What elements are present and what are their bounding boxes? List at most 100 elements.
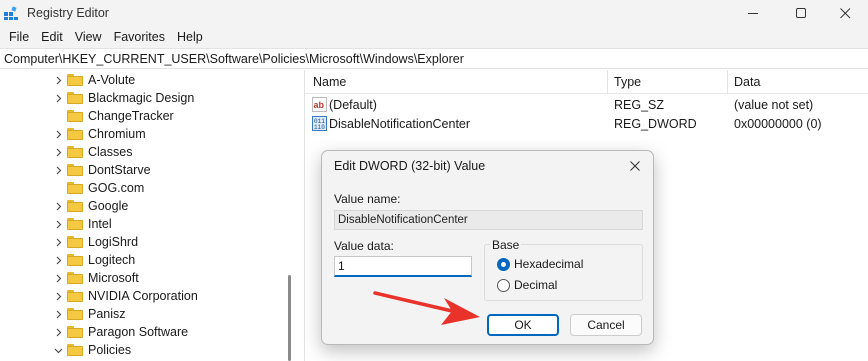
tree-item-label: NVIDIA Corporation (88, 289, 198, 303)
close-icon (630, 161, 640, 171)
chevron-right-icon[interactable] (53, 143, 63, 161)
tree-item[interactable]: Classes (0, 143, 290, 161)
menu-file[interactable]: File (3, 30, 35, 44)
tree-item-label: Classes (88, 145, 133, 159)
chevron-right-icon[interactable] (53, 251, 63, 269)
svg-text:ab: ab (314, 100, 325, 110)
value-name-field: DisableNotificationCenter (334, 210, 643, 230)
value-name: DisableNotificationCenter (329, 117, 471, 131)
menu-favorites[interactable]: Favorites (108, 30, 171, 44)
value-data-input[interactable]: 1 (334, 256, 472, 277)
chevron-right-icon[interactable] (53, 215, 63, 233)
menu-bar: File Edit View Favorites Help (0, 26, 868, 48)
close-icon (839, 7, 850, 18)
radio-hexadecimal[interactable]: Hexadecimal (497, 257, 583, 271)
tree-item[interactable]: Policies (0, 341, 290, 359)
string-value-icon: ab (312, 97, 327, 112)
tree-item-label: Policies (88, 343, 132, 357)
folder-icon (67, 290, 83, 302)
registry-editor-icon (4, 6, 18, 20)
dialog-close-button[interactable] (625, 156, 645, 176)
tree-item-label: Logitech (88, 253, 136, 267)
chevron-right-icon[interactable] (53, 323, 63, 341)
tree-item-label: A-Volute (88, 73, 136, 87)
chevron-right-icon[interactable] (53, 125, 63, 143)
ok-button[interactable]: OK (487, 314, 559, 336)
tree-item-label: LogiShrd (88, 235, 139, 249)
svg-text:110: 110 (314, 124, 325, 131)
radio-decimal[interactable]: Decimal (497, 278, 557, 292)
base-group (484, 244, 643, 301)
tree-item[interactable]: DontStarve (0, 161, 290, 179)
menu-edit[interactable]: Edit (35, 30, 69, 44)
window-title: Registry Editor (27, 6, 109, 20)
tree-item[interactable]: GOG.com (0, 179, 290, 197)
folder-icon (67, 272, 83, 284)
chevron-right-icon[interactable] (53, 89, 63, 107)
column-header-name[interactable]: Name (313, 75, 346, 89)
column-header-data[interactable]: Data (734, 75, 760, 89)
tree-scrollbar[interactable] (288, 275, 291, 361)
list-header: Name Type Data (305, 70, 868, 94)
radio-hexadecimal-label: Hexadecimal (514, 257, 584, 271)
binary-value-icon: 011 110 (312, 116, 327, 131)
chevron-right-icon[interactable] (53, 305, 63, 323)
chevron-right-icon[interactable] (53, 233, 63, 251)
value-type: REG_DWORD (614, 117, 697, 131)
tree-item[interactable]: ChangeTracker (0, 107, 290, 125)
folder-icon (67, 254, 83, 266)
column-separator[interactable] (727, 70, 728, 94)
menu-help[interactable]: Help (171, 30, 209, 44)
tree-item[interactable]: Chromium (0, 125, 290, 143)
column-separator[interactable] (607, 70, 608, 94)
cancel-button[interactable]: Cancel (570, 314, 642, 336)
title-bar: Registry Editor (0, 0, 868, 26)
value-row-disablenotificationcenter[interactable]: 011 110 DisableNotificationCenter REG_DW… (305, 115, 868, 133)
folder-icon (67, 164, 83, 176)
maximize-button[interactable] (778, 0, 824, 26)
chevron-right-icon[interactable] (53, 161, 63, 179)
tree-item[interactable]: Google (0, 197, 290, 215)
tree-item[interactable]: Panisz (0, 305, 290, 323)
tree-item-label: Microsoft (88, 271, 139, 285)
folder-icon (67, 200, 83, 212)
value-type: REG_SZ (614, 98, 665, 112)
chevron-right-icon[interactable] (53, 71, 63, 89)
tree-item-label: Paragon Software (88, 325, 189, 339)
minimize-button[interactable] (730, 0, 776, 26)
folder-icon (67, 128, 83, 140)
radio-decimal-label: Decimal (514, 278, 558, 292)
tree-item-label: Google (88, 199, 129, 213)
value-name: (Default) (329, 98, 377, 112)
key-tree: A-Volute Blackmagic Design ChangeTracker Ch… (0, 70, 298, 361)
chevron-right-icon[interactable] (53, 287, 63, 305)
close-button[interactable] (822, 0, 868, 26)
tree-item[interactable]: Blackmagic Design (0, 89, 290, 107)
chevron-down-icon[interactable] (53, 341, 63, 359)
folder-icon (67, 110, 83, 122)
tree-item-label: GOG.com (88, 181, 145, 195)
folder-icon (67, 218, 83, 230)
value-row-default[interactable]: ab (Default) REG_SZ (value not set) (305, 96, 868, 114)
tree-item-label: Panisz (88, 307, 126, 321)
tree-item[interactable]: Logitech (0, 251, 290, 269)
maximize-icon (795, 7, 806, 18)
value-data-label: Value data: (334, 239, 394, 253)
column-header-type[interactable]: Type (614, 75, 641, 89)
menu-view[interactable]: View (69, 30, 108, 44)
tree-item-label: Chromium (88, 127, 146, 141)
chevron-right-icon[interactable] (53, 197, 63, 215)
value-data: (value not set) (734, 98, 814, 112)
tree-item[interactable]: LogiShrd (0, 233, 290, 251)
tree-item[interactable]: NVIDIA Corporation (0, 287, 290, 305)
tree-item[interactable]: Intel (0, 215, 290, 233)
value-data-text: 1 (338, 259, 345, 273)
dialog-title: Edit DWORD (32-bit) Value (334, 159, 486, 173)
chevron-right-icon[interactable] (53, 269, 63, 287)
folder-icon (67, 308, 83, 320)
tree-item[interactable]: A-Volute (0, 71, 290, 89)
tree-item[interactable]: Microsoft (0, 269, 290, 287)
address-bar[interactable]: Computer\HKEY_CURRENT_USER\Software\Poli… (0, 48, 868, 69)
value-name-text: DisableNotificationCenter (338, 214, 468, 226)
tree-item[interactable]: Paragon Software (0, 323, 290, 341)
